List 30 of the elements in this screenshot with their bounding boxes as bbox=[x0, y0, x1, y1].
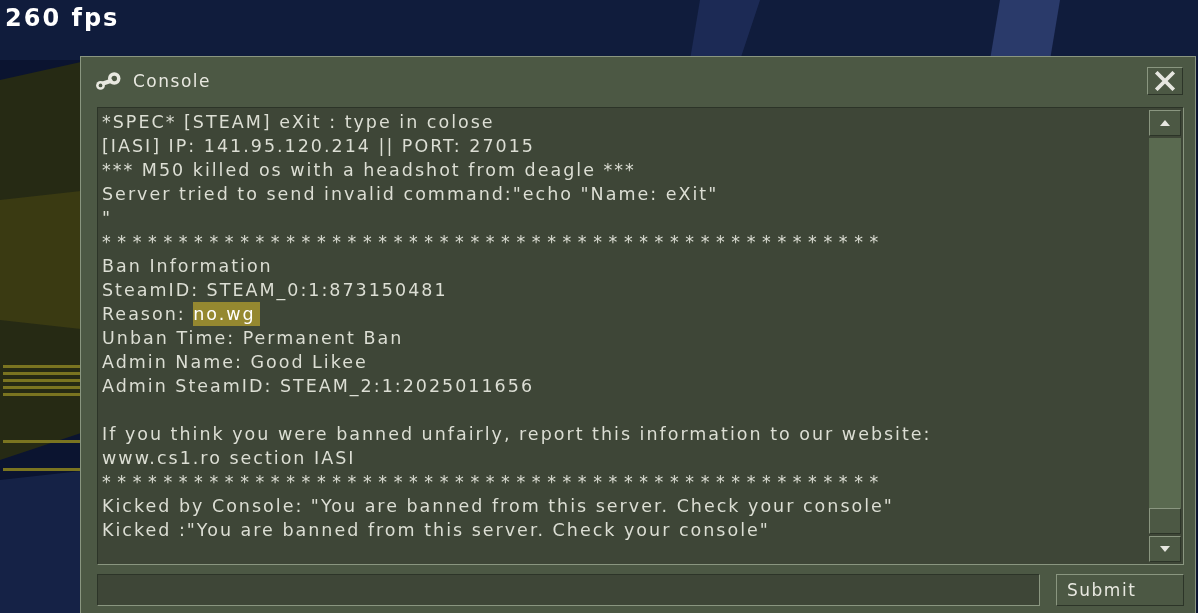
log-line: [IASI] IP: 141.95.120.214 || PORT: 27015 bbox=[102, 135, 536, 158]
log-line: *** M50 killed os with a headshot from deagle *** bbox=[102, 159, 637, 182]
scroll-up-button[interactable] bbox=[1149, 110, 1181, 136]
selected-text: no.wg bbox=[193, 302, 260, 326]
log-line: " bbox=[102, 207, 114, 230]
log-line: Kicked by Console: "You are banned from this server. Check your console" bbox=[102, 495, 895, 518]
scroll-thumb[interactable] bbox=[1149, 508, 1181, 534]
log-line: Server tried to send invalid command:"echo "Name: eXit" bbox=[102, 183, 720, 206]
log-line: Unban Time: Permanent Ban bbox=[102, 327, 405, 350]
window-title: Console bbox=[133, 71, 211, 91]
command-input[interactable] bbox=[97, 574, 1040, 606]
log-line: Kicked :"You are banned from this server. Check your console" bbox=[102, 519, 771, 542]
log-line: Ban Information bbox=[102, 255, 274, 278]
caret-up-icon bbox=[1158, 119, 1172, 127]
caret-down-icon bbox=[1158, 545, 1172, 553]
log-line: Admin Name: Good Likee bbox=[102, 351, 369, 374]
log-line: *SPEC* [STEAM] eXit : type in colose bbox=[102, 111, 496, 134]
close-button[interactable] bbox=[1147, 67, 1183, 95]
fps-counter: 260 fps bbox=[5, 4, 120, 32]
log-line: Admin SteamID: STEAM_2:1:2025011656 bbox=[102, 375, 535, 398]
steam-icon bbox=[93, 71, 123, 91]
log-line: If you think you were banned unfairly, report this information to our website: bbox=[102, 423, 933, 446]
submit-button[interactable]: Submit bbox=[1056, 574, 1184, 606]
scroll-down-button[interactable] bbox=[1149, 536, 1181, 562]
scrollbar[interactable] bbox=[1147, 108, 1183, 564]
log-line: Reason: bbox=[102, 303, 187, 326]
log-line: www.cs1.ro section IASI bbox=[102, 447, 357, 470]
log-line: SteamID: STEAM_0:1:873150481 bbox=[102, 279, 449, 302]
separator-line: *************************************************** bbox=[102, 471, 886, 494]
separator-line: *************************************************** bbox=[102, 231, 886, 254]
